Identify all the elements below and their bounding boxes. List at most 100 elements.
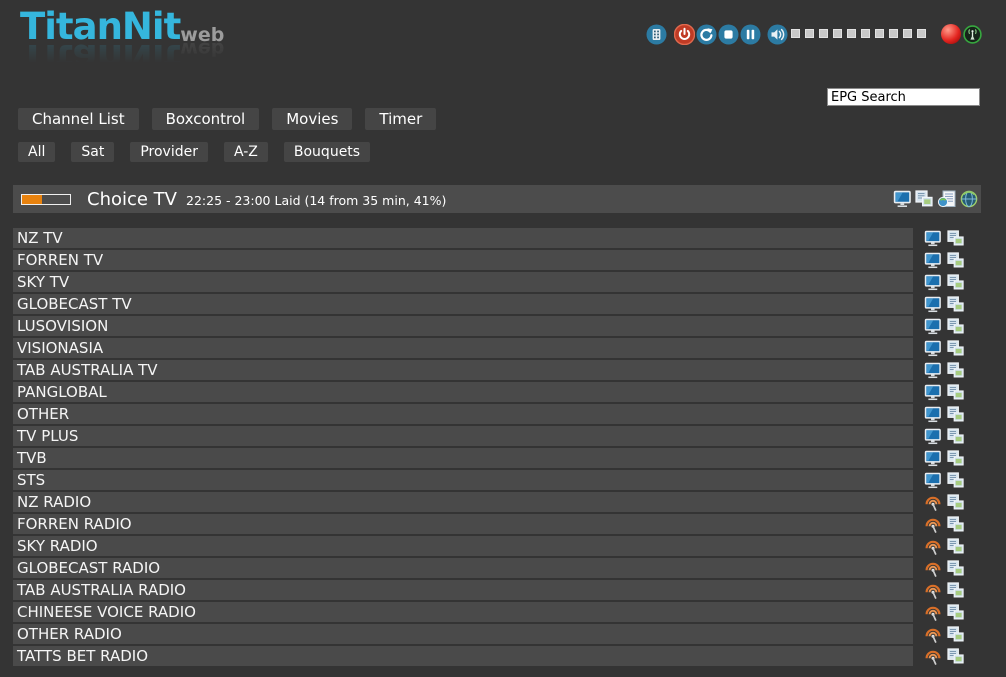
volume-segment[interactable] bbox=[875, 29, 884, 38]
volume-segment[interactable] bbox=[847, 29, 856, 38]
pause-button[interactable] bbox=[740, 24, 761, 45]
channel-select-bar[interactable]: TVB bbox=[13, 448, 913, 468]
channel-name: STS bbox=[13, 471, 45, 489]
epg-list-button[interactable] bbox=[947, 516, 965, 533]
channel-select-bar[interactable]: FORREN RADIO bbox=[13, 514, 913, 534]
filter-sat[interactable]: Sat bbox=[71, 142, 114, 162]
epg-list-button[interactable] bbox=[947, 428, 965, 445]
channel-select-bar[interactable]: OTHER RADIO bbox=[13, 624, 913, 644]
reload-icon bbox=[696, 24, 717, 45]
epg-list-button[interactable] bbox=[947, 362, 965, 379]
watch-tv-button[interactable] bbox=[924, 340, 942, 357]
channel-select-bar[interactable]: VISIONASIA bbox=[13, 338, 913, 358]
watch-tv-button[interactable] bbox=[924, 472, 942, 489]
stream-file-button[interactable] bbox=[937, 190, 957, 208]
volume-segment[interactable] bbox=[833, 29, 842, 38]
volume-bar[interactable] bbox=[791, 29, 926, 38]
volume-segment[interactable] bbox=[819, 29, 828, 38]
watch-tv-button[interactable] bbox=[924, 384, 942, 401]
epg-list-button[interactable] bbox=[947, 538, 965, 555]
channel-select-bar[interactable]: GLOBECAST RADIO bbox=[13, 558, 913, 578]
filter-provider[interactable]: Provider bbox=[130, 142, 208, 162]
listen-radio-button[interactable] bbox=[924, 516, 942, 533]
channel-select-bar[interactable]: TV PLUS bbox=[13, 426, 913, 446]
channel-name: TV PLUS bbox=[13, 427, 78, 445]
power-button[interactable] bbox=[674, 24, 695, 45]
watch-tv-button[interactable] bbox=[924, 274, 942, 291]
epg-search-input[interactable] bbox=[827, 88, 980, 106]
watch-tv-button[interactable] bbox=[924, 406, 942, 423]
nav-timer[interactable]: Timer bbox=[365, 108, 436, 130]
epg-list-button[interactable] bbox=[947, 648, 965, 665]
epg-list-button[interactable] bbox=[947, 384, 965, 401]
volume-mute-button[interactable] bbox=[767, 24, 788, 45]
signal-button[interactable] bbox=[963, 25, 984, 46]
channel-select-bar[interactable]: NZ RADIO bbox=[13, 492, 913, 512]
channel-name: CHINEESE VOICE RADIO bbox=[13, 603, 196, 621]
watch-tv-button[interactable] bbox=[924, 362, 942, 379]
listen-radio-button[interactable] bbox=[924, 494, 942, 511]
watch-tv-button[interactable] bbox=[924, 318, 942, 335]
channel-select-bar[interactable]: TAB AUSTRALIA RADIO bbox=[13, 580, 913, 600]
keypad-button[interactable] bbox=[646, 24, 667, 45]
channel-select-bar[interactable]: SKY TV bbox=[13, 272, 913, 292]
watch-tv-button[interactable] bbox=[924, 252, 942, 269]
watch-tv-button[interactable] bbox=[924, 428, 942, 445]
channel-row: VISIONASIA bbox=[13, 338, 965, 360]
watch-tv-button[interactable] bbox=[924, 296, 942, 313]
filter-a-z[interactable]: A-Z bbox=[224, 142, 268, 162]
stop-button[interactable] bbox=[718, 24, 739, 45]
volume-segment[interactable] bbox=[791, 29, 800, 38]
volume-segment[interactable] bbox=[903, 29, 912, 38]
epg-list-button[interactable] bbox=[947, 318, 965, 335]
epg-list-button[interactable] bbox=[947, 494, 965, 511]
filter-bouquets[interactable]: Bouquets bbox=[284, 142, 370, 162]
volume-segment[interactable] bbox=[805, 29, 814, 38]
epg-list-button[interactable] bbox=[947, 230, 965, 247]
channel-select-bar[interactable]: PANGLOBAL bbox=[13, 382, 913, 402]
channel-select-bar[interactable]: TATTS BET RADIO bbox=[13, 646, 913, 666]
volume-segment[interactable] bbox=[861, 29, 870, 38]
radio-antenna-icon bbox=[924, 582, 942, 599]
listen-radio-button[interactable] bbox=[924, 582, 942, 599]
nav-boxcontrol[interactable]: Boxcontrol bbox=[152, 108, 260, 130]
volume-segment[interactable] bbox=[889, 29, 898, 38]
channel-select-bar[interactable]: LUSOVISION bbox=[13, 316, 913, 336]
listen-radio-button[interactable] bbox=[924, 560, 942, 577]
epg-list-button[interactable] bbox=[947, 582, 965, 599]
nav-channel-list[interactable]: Channel List bbox=[18, 108, 139, 130]
reload-button[interactable] bbox=[696, 24, 717, 45]
channel-select-bar[interactable]: OTHER bbox=[13, 404, 913, 424]
listen-radio-button[interactable] bbox=[924, 626, 942, 643]
epg-list-button[interactable] bbox=[915, 190, 934, 208]
epg-list-button[interactable] bbox=[947, 604, 965, 621]
epg-list-button[interactable] bbox=[947, 340, 965, 357]
nav-movies[interactable]: Movies bbox=[272, 108, 352, 130]
listen-radio-button[interactable] bbox=[924, 648, 942, 665]
channel-select-bar[interactable]: SKY RADIO bbox=[13, 536, 913, 556]
epg-list-button[interactable] bbox=[947, 274, 965, 291]
record-indicator-button[interactable] bbox=[941, 24, 961, 44]
epg-list-button[interactable] bbox=[947, 252, 965, 269]
channel-select-bar[interactable]: TAB AUSTRALIA TV bbox=[13, 360, 913, 380]
epg-list-button[interactable] bbox=[947, 472, 965, 489]
channel-select-bar[interactable]: FORREN TV bbox=[13, 250, 913, 270]
web-stream-button[interactable] bbox=[960, 190, 978, 208]
watch-tv-button[interactable] bbox=[924, 450, 942, 467]
channel-select-bar[interactable]: NZ TV bbox=[13, 228, 913, 248]
progress-fill bbox=[22, 195, 42, 204]
epg-list-button[interactable] bbox=[947, 450, 965, 467]
channel-select-bar[interactable]: GLOBECAST TV bbox=[13, 294, 913, 314]
watch-tv-button[interactable] bbox=[893, 190, 912, 208]
epg-list-button[interactable] bbox=[947, 406, 965, 423]
channel-select-bar[interactable]: STS bbox=[13, 470, 913, 490]
watch-tv-button[interactable] bbox=[924, 230, 942, 247]
epg-list-button[interactable] bbox=[947, 560, 965, 577]
filter-all[interactable]: All bbox=[18, 142, 55, 162]
listen-radio-button[interactable] bbox=[924, 604, 942, 621]
channel-select-bar[interactable]: CHINEESE VOICE RADIO bbox=[13, 602, 913, 622]
epg-list-button[interactable] bbox=[947, 626, 965, 643]
listen-radio-button[interactable] bbox=[924, 538, 942, 555]
volume-segment[interactable] bbox=[917, 29, 926, 38]
epg-list-button[interactable] bbox=[947, 296, 965, 313]
